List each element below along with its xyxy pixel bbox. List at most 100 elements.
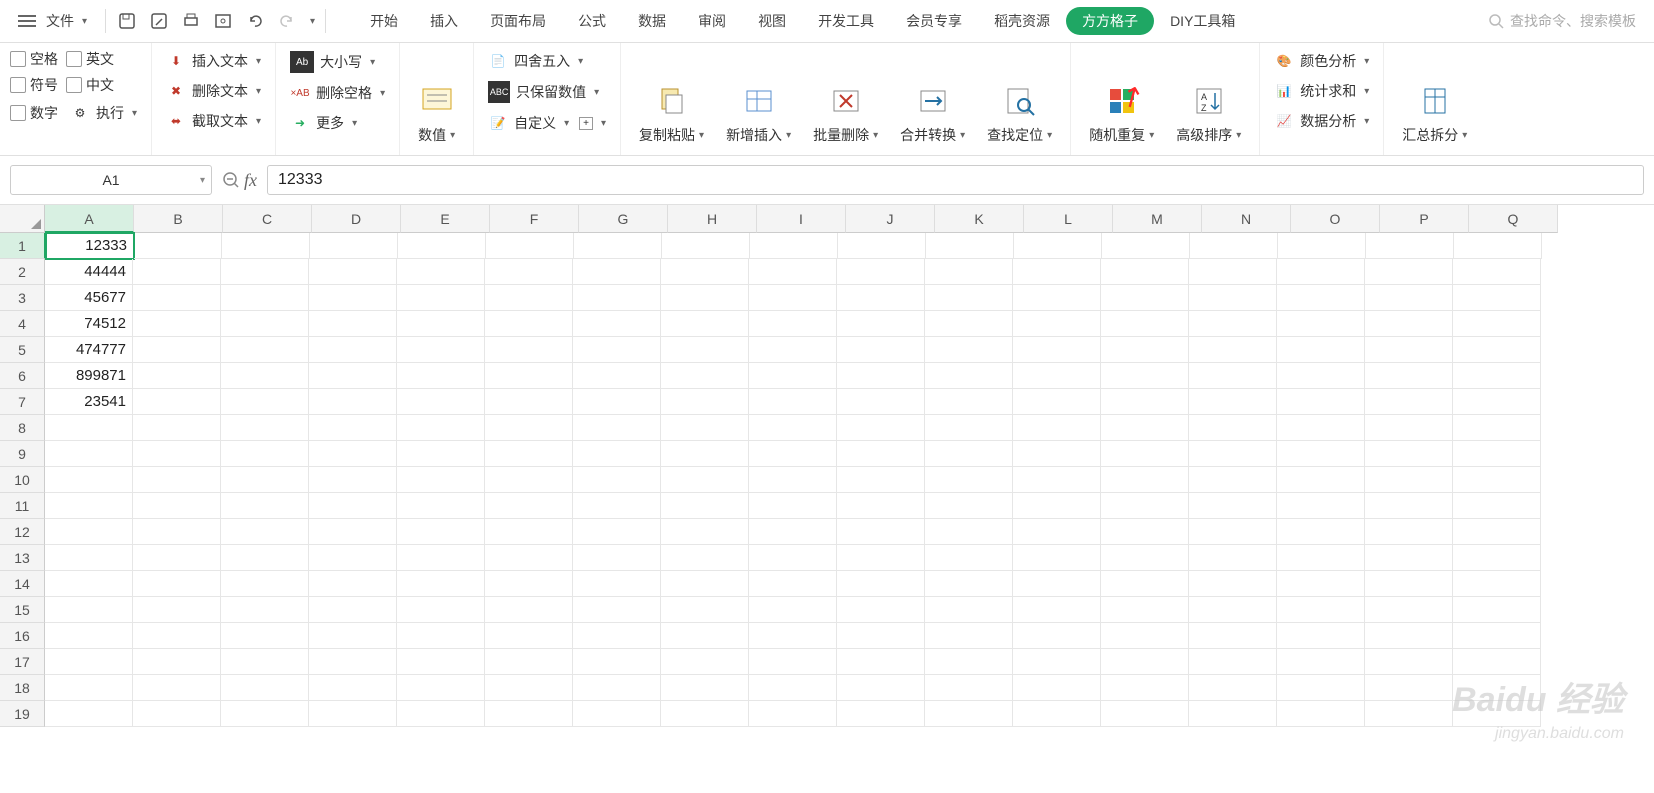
cell-L10[interactable]: [1013, 467, 1101, 493]
new-insert-button[interactable]: 新增插入▾: [718, 79, 799, 149]
cell-B8[interactable]: [133, 415, 221, 441]
custom-button[interactable]: 📝自定义▾+▾: [484, 111, 610, 135]
cell-N3[interactable]: [1189, 285, 1277, 311]
cell-C12[interactable]: [221, 519, 309, 545]
preview-icon[interactable]: [212, 10, 234, 32]
cell-Q17[interactable]: [1453, 649, 1541, 675]
cell-Q19[interactable]: [1453, 701, 1541, 727]
cell-B7[interactable]: [133, 389, 221, 415]
col-header-L[interactable]: L: [1024, 205, 1113, 233]
cell-K19[interactable]: [925, 701, 1013, 727]
cell-M7[interactable]: [1101, 389, 1189, 415]
delete-text-button[interactable]: ✖删除文本▾: [162, 79, 265, 103]
cell-J9[interactable]: [837, 441, 925, 467]
cell-L4[interactable]: [1013, 311, 1101, 337]
cell-A19[interactable]: [45, 701, 133, 727]
cell-K18[interactable]: [925, 675, 1013, 701]
print-icon[interactable]: [180, 10, 202, 32]
cell-D19[interactable]: [309, 701, 397, 727]
cell-I13[interactable]: [749, 545, 837, 571]
cell-H6[interactable]: [661, 363, 749, 389]
undo-icon[interactable]: [244, 10, 266, 32]
cell-N8[interactable]: [1189, 415, 1277, 441]
cell-B14[interactable]: [133, 571, 221, 597]
cell-H16[interactable]: [661, 623, 749, 649]
cell-B5[interactable]: [133, 337, 221, 363]
cell-P13[interactable]: [1365, 545, 1453, 571]
cell-D15[interactable]: [309, 597, 397, 623]
row-header-9[interactable]: 9: [0, 441, 45, 467]
tab-5[interactable]: 审阅: [682, 7, 742, 35]
cell-O15[interactable]: [1277, 597, 1365, 623]
cell-B15[interactable]: [133, 597, 221, 623]
col-header-A[interactable]: A: [45, 205, 134, 233]
cell-A16[interactable]: [45, 623, 133, 649]
cell-A18[interactable]: [45, 675, 133, 701]
cell-N18[interactable]: [1189, 675, 1277, 701]
cell-A8[interactable]: [45, 415, 133, 441]
save-as-icon[interactable]: [148, 10, 170, 32]
cell-D4[interactable]: [309, 311, 397, 337]
round-button[interactable]: 📄四舍五入▾: [484, 49, 610, 73]
cell-N1[interactable]: [1190, 233, 1278, 259]
cell-B19[interactable]: [133, 701, 221, 727]
cell-M1[interactable]: [1102, 233, 1190, 259]
cell-C6[interactable]: [221, 363, 309, 389]
cell-I3[interactable]: [749, 285, 837, 311]
cell-C11[interactable]: [221, 493, 309, 519]
row-header-15[interactable]: 15: [0, 597, 45, 623]
cell-B4[interactable]: [133, 311, 221, 337]
cell-O14[interactable]: [1277, 571, 1365, 597]
cell-D7[interactable]: [309, 389, 397, 415]
cell-O10[interactable]: [1277, 467, 1365, 493]
cell-C16[interactable]: [221, 623, 309, 649]
cell-F12[interactable]: [485, 519, 573, 545]
cell-P6[interactable]: [1365, 363, 1453, 389]
cell-F19[interactable]: [485, 701, 573, 727]
row-header-3[interactable]: 3: [0, 285, 45, 311]
cell-O19[interactable]: [1277, 701, 1365, 727]
cell-M3[interactable]: [1101, 285, 1189, 311]
check-symbol[interactable]: 符号: [10, 75, 58, 95]
cell-P7[interactable]: [1365, 389, 1453, 415]
cell-M17[interactable]: [1101, 649, 1189, 675]
cell-G8[interactable]: [573, 415, 661, 441]
row-header-5[interactable]: 5: [0, 337, 45, 363]
select-all-corner[interactable]: [0, 205, 45, 233]
cell-J4[interactable]: [837, 311, 925, 337]
cell-K4[interactable]: [925, 311, 1013, 337]
cell-B9[interactable]: [133, 441, 221, 467]
cell-P15[interactable]: [1365, 597, 1453, 623]
cell-F18[interactable]: [485, 675, 573, 701]
cell-J1[interactable]: [838, 233, 926, 259]
cell-K2[interactable]: [925, 259, 1013, 285]
cell-E9[interactable]: [397, 441, 485, 467]
cell-I17[interactable]: [749, 649, 837, 675]
cell-I11[interactable]: [749, 493, 837, 519]
cell-I16[interactable]: [749, 623, 837, 649]
cell-H14[interactable]: [661, 571, 749, 597]
cell-H19[interactable]: [661, 701, 749, 727]
cell-Q14[interactable]: [1453, 571, 1541, 597]
col-header-O[interactable]: O: [1291, 205, 1380, 233]
cell-P12[interactable]: [1365, 519, 1453, 545]
cell-I5[interactable]: [749, 337, 837, 363]
cell-B11[interactable]: [133, 493, 221, 519]
cell-G6[interactable]: [573, 363, 661, 389]
col-header-Q[interactable]: Q: [1469, 205, 1558, 233]
cell-N14[interactable]: [1189, 571, 1277, 597]
cell-D10[interactable]: [309, 467, 397, 493]
cell-I18[interactable]: [749, 675, 837, 701]
cell-L9[interactable]: [1013, 441, 1101, 467]
zoom-out-icon[interactable]: [222, 171, 240, 189]
save-icon[interactable]: [116, 10, 138, 32]
cell-C17[interactable]: [221, 649, 309, 675]
cell-L14[interactable]: [1013, 571, 1101, 597]
cell-G7[interactable]: [573, 389, 661, 415]
cell-E1[interactable]: [398, 233, 486, 259]
cell-H2[interactable]: [661, 259, 749, 285]
cell-N15[interactable]: [1189, 597, 1277, 623]
cell-E7[interactable]: [397, 389, 485, 415]
cell-J18[interactable]: [837, 675, 925, 701]
cell-E3[interactable]: [397, 285, 485, 311]
